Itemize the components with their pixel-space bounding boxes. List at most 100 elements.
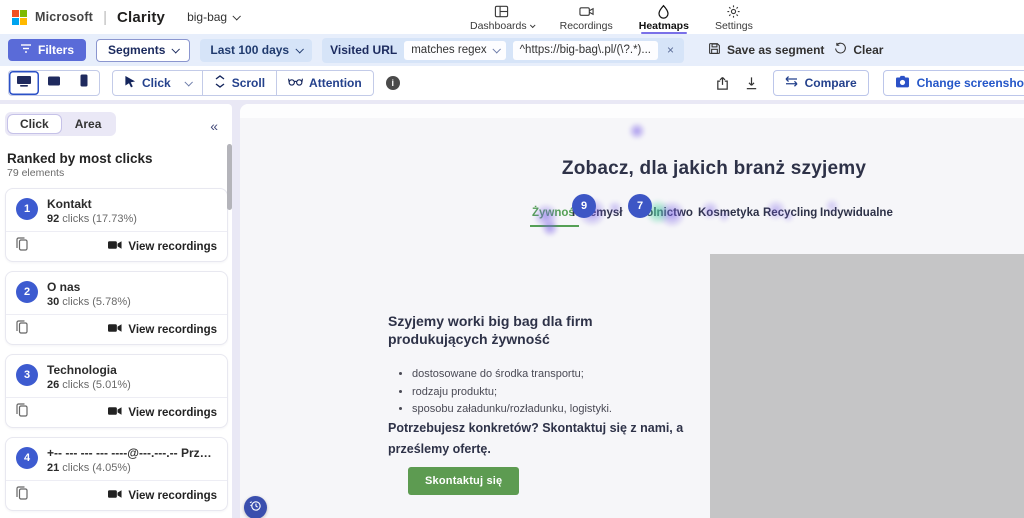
change-screenshot-button[interactable]: Change screenshot: [882, 70, 1024, 96]
video-camera-icon: [108, 240, 122, 253]
desktop-icon: [16, 74, 32, 93]
nav-dashboards[interactable]: Dashboards: [470, 2, 536, 32]
device-desktop-button[interactable]: [9, 71, 39, 95]
view-recordings-button[interactable]: View recordings: [108, 406, 217, 419]
filter-bar: Filters Segments Last 100 days Visited U…: [0, 34, 1024, 66]
segments-label: Segments: [108, 43, 166, 57]
list-item[interactable]: 4 +-- --- --- --- ----@---.---.-- Przeds…: [5, 437, 228, 511]
nav-heatmaps[interactable]: Heatmaps: [638, 2, 689, 34]
site-content-heading: Szyjemy worki big bag dla firm produkują…: [388, 313, 593, 348]
site-tab-kosmetyka[interactable]: Kosmetyka: [698, 207, 759, 219]
list-item[interactable]: 3 Technologia 26 clicks (5.01%) View rec…: [5, 354, 228, 428]
match-type-label: matches regex: [411, 44, 487, 56]
list-item[interactable]: 1 Kontakt 92 clicks (17.73%) View record…: [5, 188, 228, 262]
video-camera-icon: [108, 323, 122, 336]
match-type-dropdown[interactable]: matches regex: [404, 40, 506, 60]
app-title[interactable]: Clarity: [117, 9, 165, 26]
nav-recordings[interactable]: Recordings: [560, 2, 613, 32]
copy-icon[interactable]: [16, 486, 28, 505]
view-recordings-label: View recordings: [128, 406, 217, 419]
nav-settings[interactable]: Settings: [715, 2, 753, 32]
panel-tab-click[interactable]: Click: [7, 114, 62, 134]
heatmap-toolbar: Click Scroll Attention i Compare Change …: [0, 66, 1024, 100]
compare-button[interactable]: Compare: [772, 70, 869, 96]
device-tablet-button[interactable]: [39, 71, 69, 95]
collapse-panel-icon[interactable]: «: [210, 118, 218, 134]
rank-badge: 2: [16, 281, 38, 303]
click-stats: 26 clicks (5.01%): [47, 379, 131, 391]
compare-label: Compare: [804, 76, 857, 90]
copy-icon[interactable]: [16, 403, 28, 422]
clock-icon: [249, 499, 262, 517]
date-range-label: Last 100 days: [210, 43, 290, 57]
bullet-item: dostosowane do środka transportu;: [412, 366, 612, 384]
save-as-segment-button[interactable]: Save as segment: [708, 42, 824, 58]
element-title: O nas: [47, 280, 81, 294]
nav-label: Heatmaps: [638, 20, 689, 32]
active-tab-underline: [530, 225, 579, 227]
attention-map-label: Attention: [309, 76, 362, 90]
dashboards-icon: [494, 4, 509, 19]
filters-button[interactable]: Filters: [8, 39, 87, 61]
project-selector[interactable]: big-bag: [187, 10, 242, 24]
bullet-item: sposobu załadunku/rozładunku, logistyki.: [412, 401, 612, 419]
rank-badge: 4: [16, 447, 38, 469]
glasses-icon: [288, 76, 304, 90]
heatmap-canvas[interactable]: Zobacz, dla jakich branż szyjemy Żywność…: [240, 104, 1024, 518]
mobile-icon: [80, 74, 88, 92]
device-mobile-button[interactable]: [69, 71, 99, 95]
view-recordings-label: View recordings: [128, 240, 217, 253]
date-range-dropdown[interactable]: Last 100 days: [200, 38, 313, 62]
list-item[interactable]: 2 O nas 30 clicks (5.78%) View recording…: [5, 271, 228, 345]
workspace: Click Area « Ranked by most clicks 79 el…: [0, 104, 1024, 518]
click-map-button[interactable]: Click: [113, 71, 203, 95]
download-icon[interactable]: [744, 76, 759, 91]
attention-map-button[interactable]: Attention: [277, 71, 373, 95]
click-count-badge[interactable]: 9: [572, 194, 596, 218]
callback-widget[interactable]: [244, 496, 267, 518]
top-navigation: Dashboards Recordings Heatmaps Settings: [470, 0, 753, 34]
chevron-down-icon: [295, 45, 305, 54]
contact-button[interactable]: Skontaktuj się: [408, 467, 520, 495]
site-tab-indywidualne[interactable]: Indywidualne: [820, 207, 893, 219]
cursor-icon: [124, 75, 136, 91]
compare-icon: [785, 76, 798, 90]
heatmaps-icon: [656, 4, 671, 19]
microsoft-wordmark: Microsoft: [35, 10, 94, 24]
chevron-down-icon: [529, 22, 536, 29]
chevron-down-icon: [492, 45, 501, 54]
recordings-icon: [579, 4, 594, 19]
scrollbar-thumb[interactable]: [227, 144, 232, 210]
copy-icon[interactable]: [16, 320, 28, 339]
visited-url-filter: Visited URL matches regex ^https://big-b…: [322, 37, 684, 63]
image-placeholder: [710, 254, 1024, 518]
nav-label: Dashboards: [470, 20, 527, 32]
click-stats: 92 clicks (17.73%): [47, 213, 137, 225]
element-title: Kontakt: [47, 197, 92, 211]
camera-icon: [895, 75, 910, 91]
nav-label: Recordings: [559, 20, 613, 32]
brand: Microsoft | Clarity: [12, 9, 165, 26]
microsoft-logo-icon: [12, 9, 27, 25]
site-tab-recycling[interactable]: Recycling: [763, 207, 817, 219]
panel-heading: Ranked by most clicks: [7, 151, 153, 166]
copy-icon[interactable]: [16, 237, 28, 256]
site-cta-text: Potrzebujesz konkretów? Skontaktuj się z…: [388, 421, 684, 457]
url-value: ^https://big-bag\.pl/(\?.*)...: [519, 44, 651, 56]
info-icon[interactable]: i: [385, 76, 400, 90]
share-icon[interactable]: [715, 76, 730, 91]
remove-filter-icon[interactable]: ×: [665, 43, 676, 57]
view-recordings-button[interactable]: View recordings: [108, 323, 217, 336]
url-value-chip[interactable]: ^https://big-bag\.pl/(\?.*)...: [512, 40, 658, 60]
filter-icon: [20, 43, 32, 57]
visited-url-label: Visited URL: [330, 43, 398, 57]
clear-button[interactable]: Clear: [834, 42, 883, 58]
segments-dropdown[interactable]: Segments: [96, 38, 191, 62]
view-recordings-button[interactable]: View recordings: [108, 240, 217, 253]
view-recordings-button[interactable]: View recordings: [108, 489, 217, 502]
device-switcher: [8, 70, 100, 96]
panel-tab-area[interactable]: Area: [62, 114, 115, 134]
undo-icon: [834, 42, 847, 58]
click-count-badge[interactable]: 7: [628, 194, 652, 218]
scroll-map-button[interactable]: Scroll: [203, 71, 278, 95]
